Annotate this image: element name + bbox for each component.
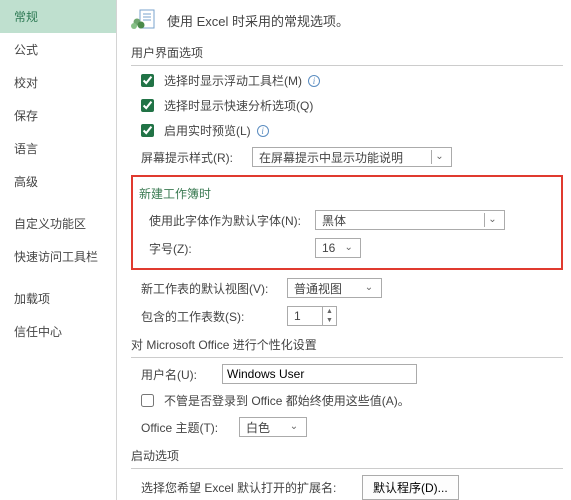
- main-panel: 使用 Excel 时采用的常规选项。 用户界面选项 选择时显示浮动工具栏(M) …: [117, 0, 571, 500]
- sidebar-item-trust-center[interactable]: 信任中心: [0, 315, 116, 348]
- sidebar-item-save[interactable]: 保存: [0, 99, 116, 132]
- minitoolbar-checkbox[interactable]: [141, 74, 154, 87]
- chevron-down-icon: ⌄: [341, 241, 356, 255]
- chevron-down-icon: ⌄: [286, 420, 302, 434]
- section-title: 对 Microsoft Office 进行个性化设置: [131, 334, 563, 358]
- sidebar-item-advanced[interactable]: 高级: [0, 165, 116, 198]
- sheets-count-value: 1: [288, 309, 322, 323]
- page-title: 使用 Excel 时采用的常规选项。: [167, 11, 349, 30]
- chevron-down-icon: ⌄: [431, 150, 447, 164]
- spin-up-icon[interactable]: ▲: [323, 307, 336, 316]
- default-font-select[interactable]: 黑体 ⌄: [315, 210, 505, 230]
- section-title: 新建工作簿时: [139, 183, 555, 202]
- sidebar-item-formulas[interactable]: 公式: [0, 33, 116, 66]
- font-size-label: 字号(Z):: [149, 240, 309, 257]
- office-theme-select[interactable]: 白色 ⌄: [239, 417, 307, 437]
- tooltip-style-select[interactable]: 在屏幕提示中显示功能说明 ⌄: [252, 147, 452, 167]
- sidebar-item-addins[interactable]: 加载项: [0, 282, 116, 315]
- always-use-checkbox[interactable]: [141, 394, 154, 407]
- spin-down-icon[interactable]: ▼: [323, 316, 336, 325]
- sheets-count-spinner[interactable]: 1 ▲ ▼: [287, 306, 337, 326]
- info-icon[interactable]: i: [257, 125, 269, 137]
- options-icon: [131, 8, 157, 32]
- sidebar-item-customize-ribbon[interactable]: 自定义功能区: [0, 207, 116, 240]
- default-view-value: 普通视图: [294, 280, 342, 297]
- sheets-count-label: 包含的工作表数(S):: [141, 308, 281, 325]
- extensions-label: 选择您希望 Excel 默认打开的扩展名:: [141, 479, 356, 496]
- default-font-label: 使用此字体作为默认字体(N):: [149, 212, 309, 229]
- section-personalize: 对 Microsoft Office 进行个性化设置 用户名(U): 不管是否登…: [131, 334, 563, 437]
- chevron-down-icon: ⌄: [484, 213, 500, 227]
- sidebar: 常规 公式 校对 保存 语言 高级 自定义功能区 快速访问工具栏 加载项 信任中…: [0, 0, 117, 500]
- livepreview-checkbox[interactable]: [141, 124, 154, 137]
- username-input[interactable]: [222, 364, 417, 384]
- info-icon[interactable]: i: [308, 75, 320, 87]
- chevron-down-icon: ⌄: [361, 281, 377, 295]
- font-size-value: 16: [322, 241, 335, 255]
- sidebar-item-qat[interactable]: 快速访问工具栏: [0, 240, 116, 273]
- quickanalysis-label: 选择时显示快速分析选项(Q): [164, 97, 313, 114]
- username-label: 用户名(U):: [141, 366, 216, 383]
- highlight-box: 新建工作簿时 使用此字体作为默认字体(N): 黑体 ⌄ 字号(Z): 16 ⌄: [131, 175, 563, 270]
- separator: [10, 202, 106, 203]
- tooltip-style-label: 屏幕提示样式(R):: [141, 149, 246, 166]
- section-ui-options: 用户界面选项 选择时显示浮动工具栏(M) i 选择时显示快速分析选项(Q) 启用…: [131, 42, 563, 167]
- always-use-label: 不管是否登录到 Office 都始终使用这些值(A)。: [164, 392, 410, 409]
- header: 使用 Excel 时采用的常规选项。: [131, 8, 563, 32]
- section-title: 启动选项: [131, 445, 563, 469]
- default-view-label: 新工作表的默认视图(V):: [141, 280, 281, 297]
- sidebar-item-general[interactable]: 常规: [0, 0, 116, 33]
- section-newwb-extra: 新工作表的默认视图(V): 普通视图 ⌄ 包含的工作表数(S): 1 ▲ ▼: [131, 278, 563, 326]
- default-view-select[interactable]: 普通视图 ⌄: [287, 278, 382, 298]
- default-font-value: 黑体: [322, 212, 346, 229]
- minitoolbar-label: 选择时显示浮动工具栏(M): [164, 72, 302, 89]
- office-theme-value: 白色: [246, 419, 270, 436]
- tooltip-style-value: 在屏幕提示中显示功能说明: [259, 149, 403, 166]
- font-size-select[interactable]: 16 ⌄: [315, 238, 361, 258]
- section-startup: 启动选项 选择您希望 Excel 默认打开的扩展名: 默认程序(D)... 告诉…: [131, 445, 563, 500]
- office-theme-label: Office 主题(T):: [141, 419, 233, 436]
- default-programs-button[interactable]: 默认程序(D)...: [362, 475, 459, 500]
- livepreview-label: 启用实时预览(L): [164, 122, 251, 139]
- separator: [10, 277, 106, 278]
- sidebar-item-proofing[interactable]: 校对: [0, 66, 116, 99]
- section-title: 用户界面选项: [131, 42, 563, 66]
- sidebar-item-language[interactable]: 语言: [0, 132, 116, 165]
- quickanalysis-checkbox[interactable]: [141, 99, 154, 112]
